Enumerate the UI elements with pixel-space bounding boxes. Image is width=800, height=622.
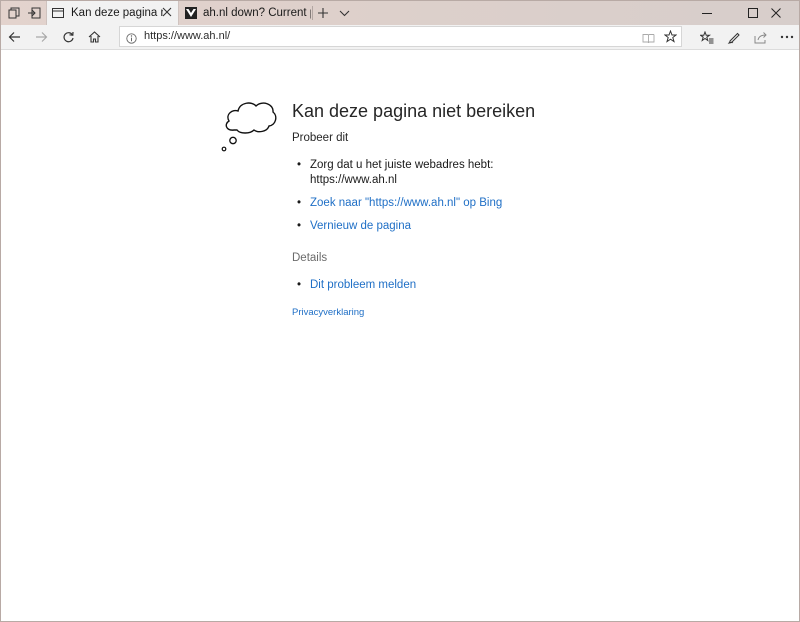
tab-title: ah.nl down? Current proble xyxy=(203,7,311,19)
tab-active[interactable]: Kan deze pagina niet be xyxy=(46,1,179,25)
reading-view-icon[interactable] xyxy=(642,31,655,49)
privacy-link[interactable]: Privacyverklaring xyxy=(292,307,364,318)
title-bar: Kan deze pagina niet be ah.nl down? Curr… xyxy=(1,1,799,25)
navigation-toolbar: https://www.ah.nl/ xyxy=(1,25,799,50)
star-icon[interactable] xyxy=(663,29,678,48)
search-bing-link[interactable]: Zoek naar "https://www.ah.nl" op Bing xyxy=(310,197,502,209)
error-subtitle: Probeer dit xyxy=(292,132,349,144)
forward-arrow-icon[interactable] xyxy=(32,28,50,46)
browser-window: Kan deze pagina niet be ah.nl down? Curr… xyxy=(0,0,800,622)
page-content xyxy=(1,50,799,621)
page-icon xyxy=(52,7,66,19)
tab-actions-icon[interactable] xyxy=(5,4,23,22)
info-icon[interactable] xyxy=(126,31,137,49)
close-icon[interactable] xyxy=(162,7,172,20)
more-icon[interactable] xyxy=(778,28,796,46)
set-aside-tabs-icon[interactable] xyxy=(25,4,43,22)
address-url[interactable]: https://www.ah.nl/ xyxy=(144,30,230,42)
report-problem-item: Dit probleem melden xyxy=(292,278,416,293)
suggestion-text: Zorg dat u het juiste webadres hebt: xyxy=(310,159,494,171)
tab-title: Kan deze pagina niet be xyxy=(71,7,163,19)
details-label[interactable]: Details xyxy=(292,252,327,264)
thought-cloud-icon xyxy=(220,97,278,158)
address-bar[interactable]: https://www.ah.nl/ xyxy=(119,26,682,47)
chevron-down-icon[interactable] xyxy=(335,4,353,22)
suggestion-url: https://www.ah.nl xyxy=(310,174,397,186)
share-icon[interactable] xyxy=(752,28,770,46)
pen-icon[interactable] xyxy=(725,28,743,46)
error-title: Kan deze pagina niet bereiken xyxy=(292,101,536,121)
back-arrow-icon[interactable] xyxy=(5,28,23,46)
tab-divider xyxy=(312,6,313,20)
details-list: Dit probleem melden xyxy=(292,278,416,293)
plus-icon[interactable] xyxy=(314,4,332,22)
refresh-page-link[interactable]: Vernieuw de pagina xyxy=(310,220,411,232)
suggestion-check-address: Zorg dat u het juiste webadres hebt: htt… xyxy=(292,158,502,188)
favorites-hub-icon[interactable] xyxy=(698,28,716,46)
suggestion-refresh: Vernieuw de pagina xyxy=(292,219,502,234)
window-close-icon[interactable] xyxy=(753,1,799,25)
suggestions-list: Zorg dat u het juiste webadres hebt: htt… xyxy=(292,158,502,234)
refresh-icon[interactable] xyxy=(59,28,77,46)
report-problem-link[interactable]: Dit probleem melden xyxy=(310,279,416,291)
home-icon[interactable] xyxy=(85,28,103,46)
tab-inactive[interactable]: ah.nl down? Current proble xyxy=(180,1,312,25)
suggestion-search: Zoek naar "https://www.ah.nl" op Bing xyxy=(292,196,502,211)
downdetector-favicon xyxy=(185,7,199,19)
minimize-icon[interactable] xyxy=(684,1,730,25)
